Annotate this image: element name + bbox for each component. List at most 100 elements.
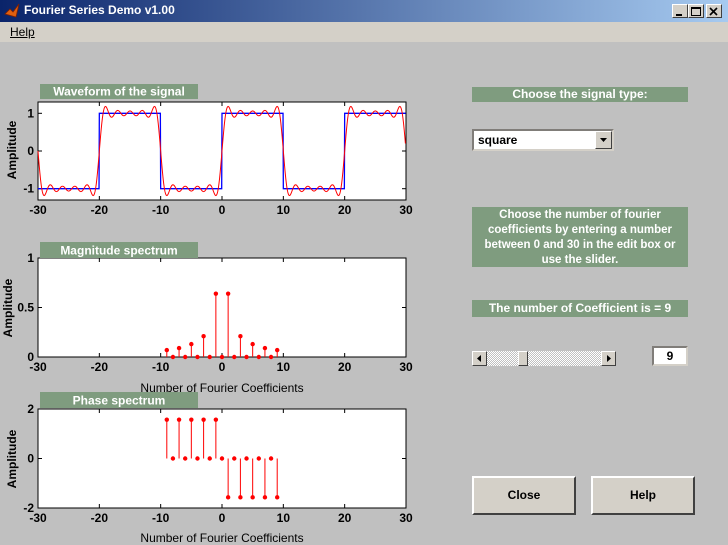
x-tick-label: -20 (91, 203, 109, 217)
stem-marker (207, 456, 212, 461)
coefficient-count-label: The number of Coefficient is = 9 (472, 300, 688, 317)
y-axis-label: Amplitude (5, 120, 19, 179)
coefficient-slider[interactable] (472, 351, 616, 366)
minimize-icon (676, 14, 682, 16)
stem-marker (232, 456, 237, 461)
stem-marker (183, 456, 188, 461)
stem-marker (275, 347, 280, 353)
coefficient-edit-box[interactable]: 9 (652, 346, 688, 366)
stem-marker (262, 495, 268, 500)
y-axis-label: Amplitude (5, 429, 19, 488)
stem-marker (189, 417, 194, 422)
x-tick-label: 10 (277, 203, 291, 217)
stem-marker (219, 456, 225, 461)
slider-thumb[interactable] (518, 351, 529, 366)
stem-marker (195, 456, 200, 461)
waveform-chart: -30 -20 -10 0 10 20 3010-1AmplitudeWaveform of… (5, 84, 413, 217)
stem-marker (164, 417, 169, 422)
signal-type-value: square (478, 133, 518, 147)
menu-help[interactable]: Help (10, 25, 35, 39)
signal-type-label: Choose the signal type: (472, 87, 688, 102)
x-tick-label: -10 (152, 360, 170, 374)
close-button[interactable]: Close (472, 476, 576, 515)
stem-marker (268, 354, 274, 360)
y-tick-label: -2 (23, 501, 34, 515)
phase-spectrum-chart: -30 -20 -10 0 10 20 3020-2AmplitudeNumber of F… (5, 392, 413, 545)
stem-marker (238, 334, 243, 339)
y-tick-label: 1 (27, 251, 34, 265)
title-bar: Fourier Series Demo v1.00 (0, 0, 728, 22)
stem-marker (232, 354, 237, 360)
x-tick-label: 20 (338, 203, 352, 217)
chart-title: Waveform of the signal (53, 85, 185, 99)
stem-marker (213, 291, 219, 296)
x-tick-label: -20 (91, 360, 109, 374)
chart-title: Phase spectrum (73, 394, 166, 408)
plot-area (37, 257, 407, 358)
x-axis-label: Number of Fourier Coefficients (140, 531, 303, 545)
maximize-button[interactable] (688, 4, 704, 18)
x-tick-label: 20 (338, 360, 352, 374)
window-title: Fourier Series Demo v1.00 (24, 3, 175, 17)
stem-marker (244, 456, 249, 461)
maximize-icon (691, 7, 701, 16)
stem-marker (183, 354, 188, 360)
dropdown-arrow-button[interactable] (595, 131, 612, 149)
stem-marker (250, 495, 255, 500)
x-tick-label: -10 (152, 511, 170, 525)
arrow-left-icon (477, 355, 481, 362)
stem-marker (170, 354, 176, 360)
stem-marker (250, 341, 255, 347)
x-tick-label: 30 (399, 511, 413, 525)
close-window-button[interactable] (706, 4, 722, 18)
y-tick-label: 0.5 (17, 301, 34, 315)
stem-marker (256, 456, 261, 461)
y-tick-label: 0 (27, 144, 34, 158)
stem-marker (189, 341, 194, 347)
x-tick-label: 20 (338, 511, 352, 525)
x-tick-label: -10 (152, 203, 170, 217)
slider-left-button[interactable] (472, 351, 487, 366)
stem-marker (219, 354, 225, 360)
stem-marker (244, 354, 249, 360)
stem-marker (176, 345, 182, 351)
stem-marker (201, 417, 206, 422)
y-tick-label: 0 (27, 350, 34, 364)
minimize-button[interactable] (672, 4, 688, 18)
menu-bar: Help (0, 22, 728, 42)
stem-marker (170, 456, 176, 461)
arrow-right-icon (607, 355, 611, 362)
close-icon (709, 7, 718, 16)
stem-marker (225, 495, 231, 500)
chevron-down-icon (600, 138, 607, 142)
chart-title: Magnitude spectrum (60, 244, 177, 258)
stem-marker (256, 354, 261, 360)
stem-marker (225, 291, 231, 296)
y-axis-label: Amplitude (1, 278, 15, 337)
slider-right-button[interactable] (601, 351, 616, 366)
x-tick-label: 30 (399, 203, 413, 217)
x-tick-label: -20 (91, 511, 109, 525)
signal-type-dropdown[interactable]: square (472, 129, 614, 151)
stem-marker (201, 334, 206, 339)
y-tick-label: 2 (27, 402, 34, 416)
y-tick-label: -1 (23, 182, 34, 196)
stem-marker (275, 495, 280, 500)
stem-marker (262, 345, 268, 351)
stem-marker (176, 417, 182, 422)
instructions-text: Choose the number of fourier coefficient… (472, 207, 688, 267)
x-tick-label: 10 (277, 360, 291, 374)
x-tick-label: 0 (219, 203, 226, 217)
y-tick-label: 1 (27, 106, 34, 120)
stem-marker (268, 456, 274, 461)
x-tick-label: -30 (29, 203, 47, 217)
x-tick-label: 10 (277, 511, 291, 525)
x-tick-label: 0 (219, 360, 226, 374)
help-button[interactable]: Help (591, 476, 695, 515)
y-tick-label: 0 (27, 452, 34, 466)
x-tick-label: 30 (399, 360, 413, 374)
stem-marker (213, 417, 219, 422)
stem-marker (207, 354, 212, 360)
x-tick-label: 0 (219, 511, 226, 525)
magnitude-spectrum-chart: -30 -20 -10 0 10 20 3010.50AmplitudeNumber of … (1, 242, 413, 395)
